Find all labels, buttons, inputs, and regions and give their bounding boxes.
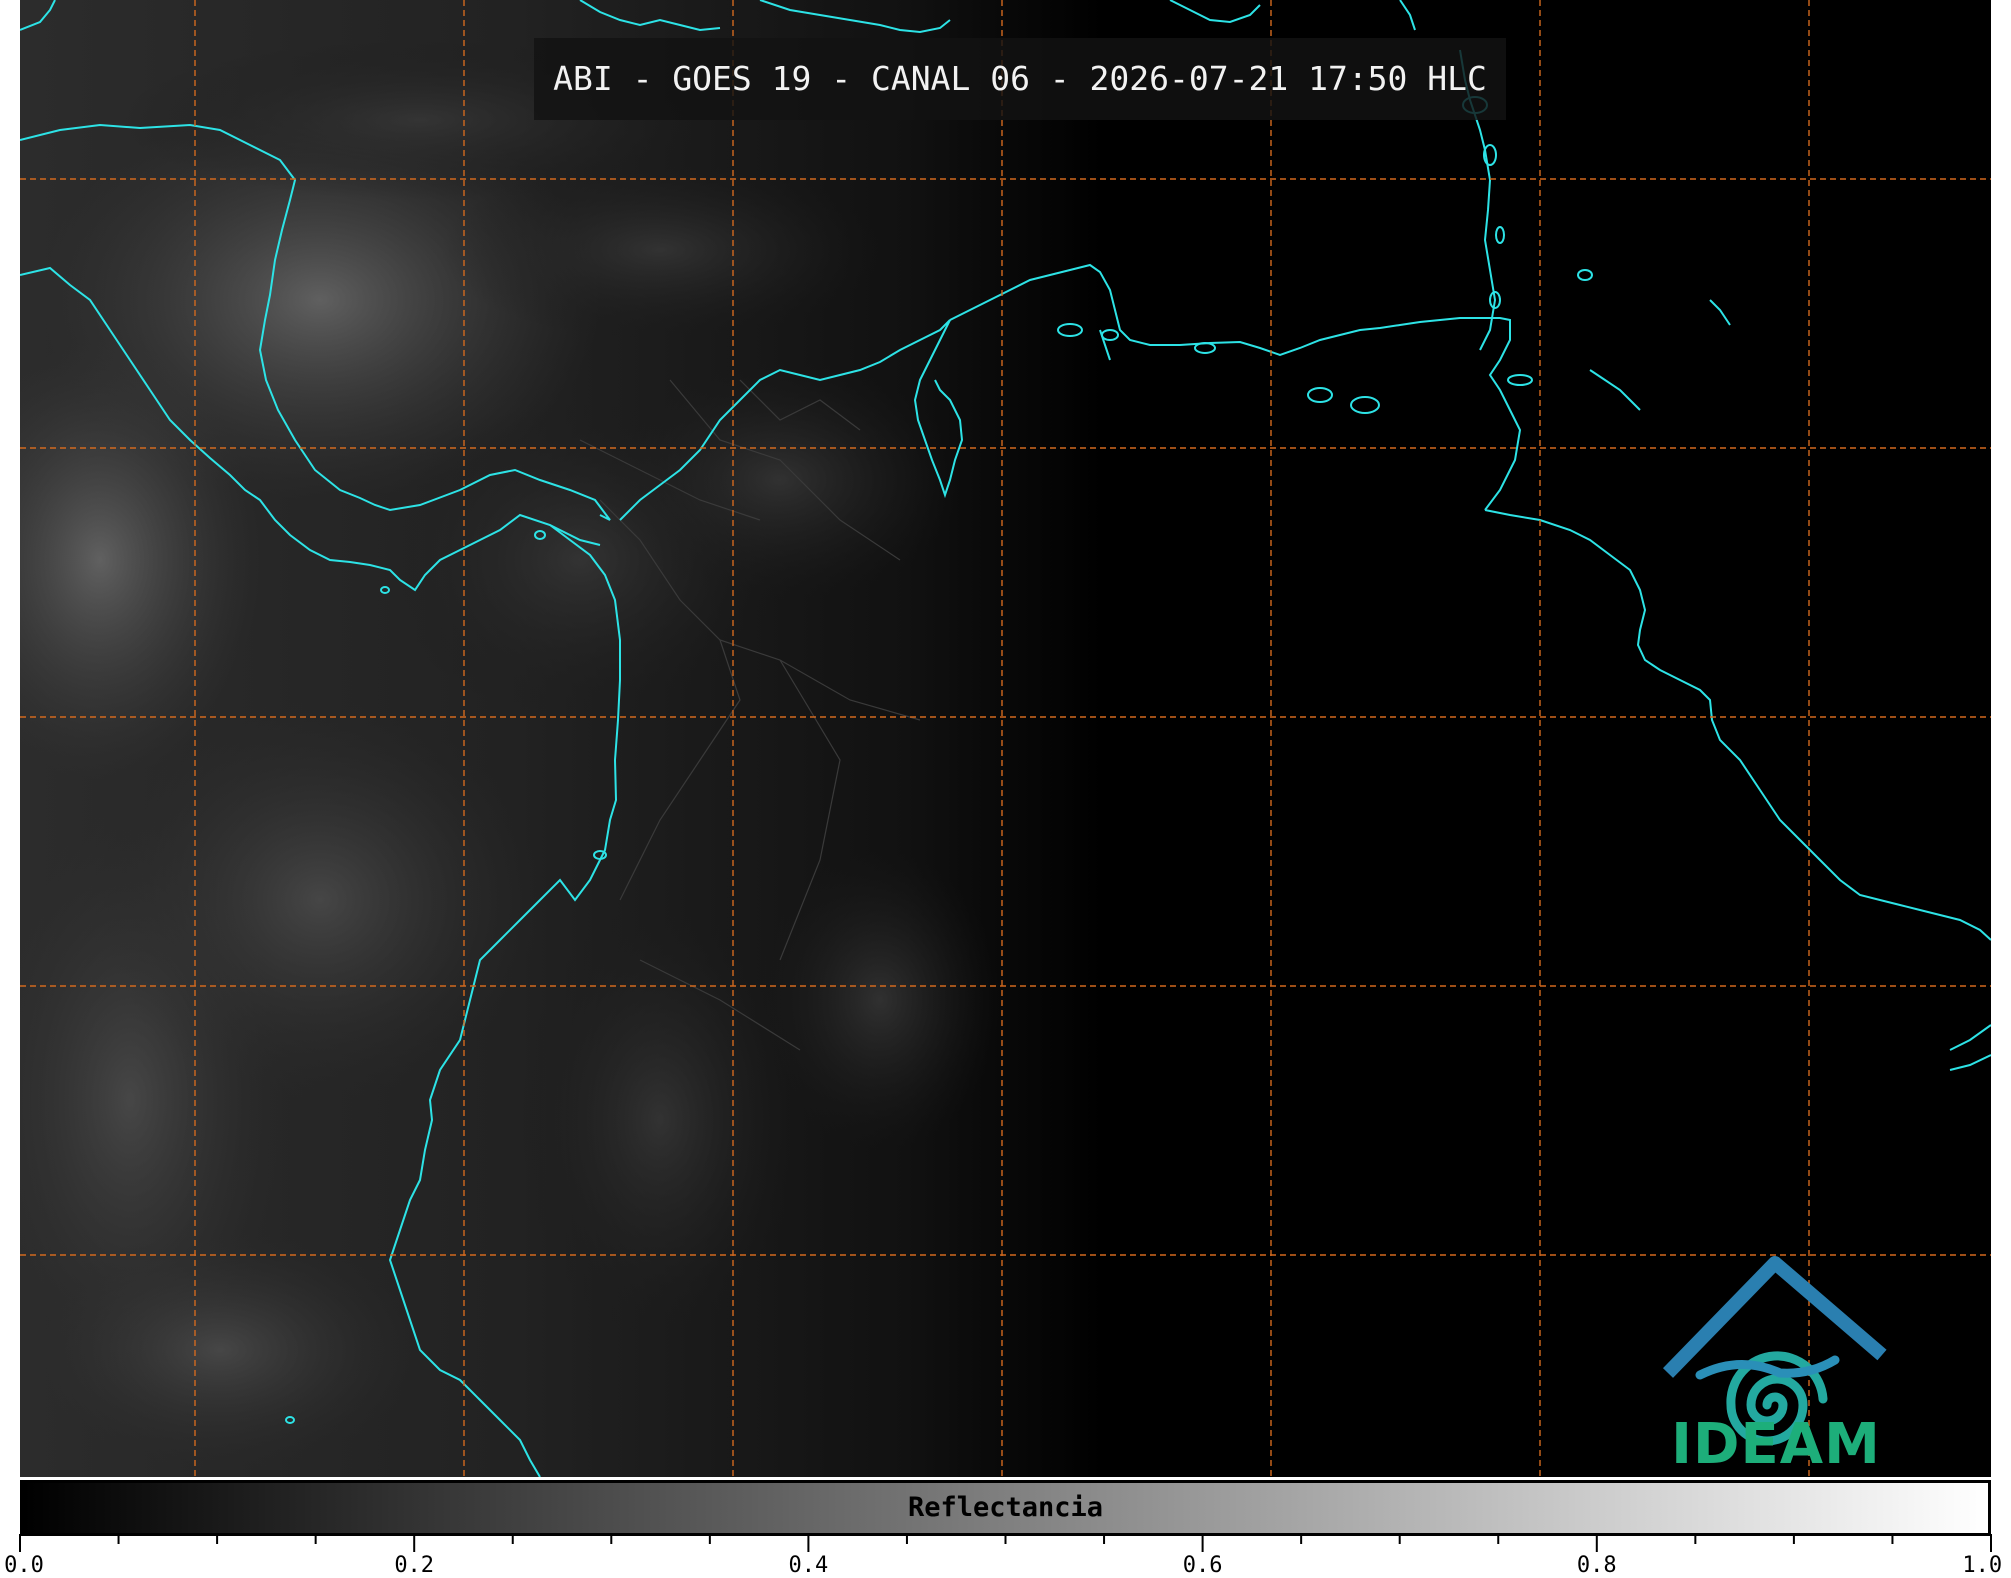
map-title: ABI - GOES 19 - CANAL 06 - 2026-07-21 17…: [553, 59, 1487, 98]
colorbar-label: Reflectancia: [907, 1492, 1104, 1523]
colorbar-tick-label: 0.8: [1576, 1553, 1617, 1578]
colorbar-ticks: [19, 1534, 1992, 1552]
colorbar-tick-label: 0.4: [788, 1553, 829, 1578]
colorbar-tick-label: 0.2: [394, 1553, 435, 1578]
colorbar-tick-label: 1.0: [1962, 1553, 2003, 1578]
colorbar-tick-label: 0.6: [1182, 1553, 1223, 1578]
logo-text: IDEAM: [1671, 1412, 1881, 1477]
colorbar-tick-label: 0.0: [4, 1553, 44, 1578]
